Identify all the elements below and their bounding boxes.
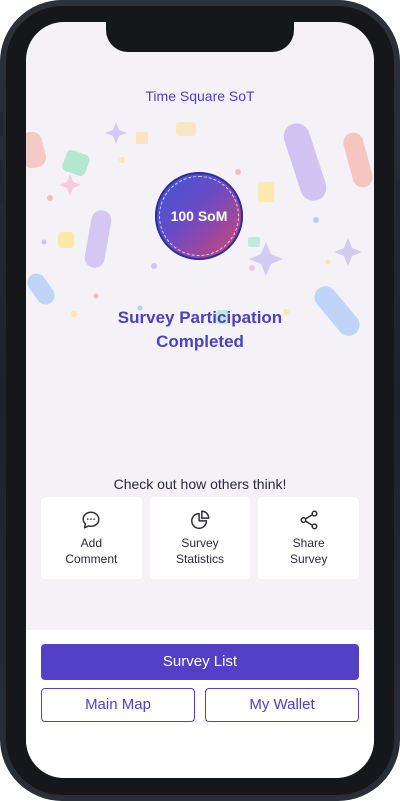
survey-list-button[interactable]: Survey List [41, 644, 359, 680]
share-survey-label: Share Survey [290, 536, 328, 566]
volume-up-button [0, 160, 3, 206]
bottom-action-bar: Survey List Main Map My Wallet [26, 630, 374, 778]
share-prompt: Check out how others think! [113, 476, 287, 492]
pie-chart-icon [191, 510, 210, 529]
add-comment-label: Add Comment [65, 536, 118, 566]
comment-icon [82, 511, 100, 529]
reward-amount: 100 SoM [170, 208, 228, 224]
silent-switch [0, 112, 3, 136]
phone-frame: Time Square SoT 100 SoM Survey Participa… [0, 0, 400, 801]
my-wallet-button[interactable]: My Wallet [205, 688, 359, 722]
survey-statistics-label: Survey Statistics [176, 536, 225, 566]
phone-notch [106, 22, 294, 52]
reward-badge: 100 SoM [155, 172, 243, 260]
survey-statistics-button[interactable]: Survey Statistics [149, 497, 251, 579]
app-screen: Time Square SoT 100 SoM Survey Participa… [26, 22, 374, 778]
add-comment-button[interactable]: Add Comment [41, 497, 142, 579]
action-cards: Add Comment Survey Statistics Share Surv… [41, 497, 360, 579]
main-map-button[interactable]: Main Map [41, 688, 195, 722]
share-survey-button[interactable]: Share Survey [258, 497, 360, 579]
completion-line-1: Survey Participation [117, 308, 283, 327]
share-icon [300, 510, 318, 530]
page-title: Time Square SoT [145, 88, 255, 104]
volume-down-button [0, 216, 3, 262]
completion-line-2: Completed [156, 332, 244, 351]
completion-message: Survey Participation Completed [26, 306, 374, 354]
